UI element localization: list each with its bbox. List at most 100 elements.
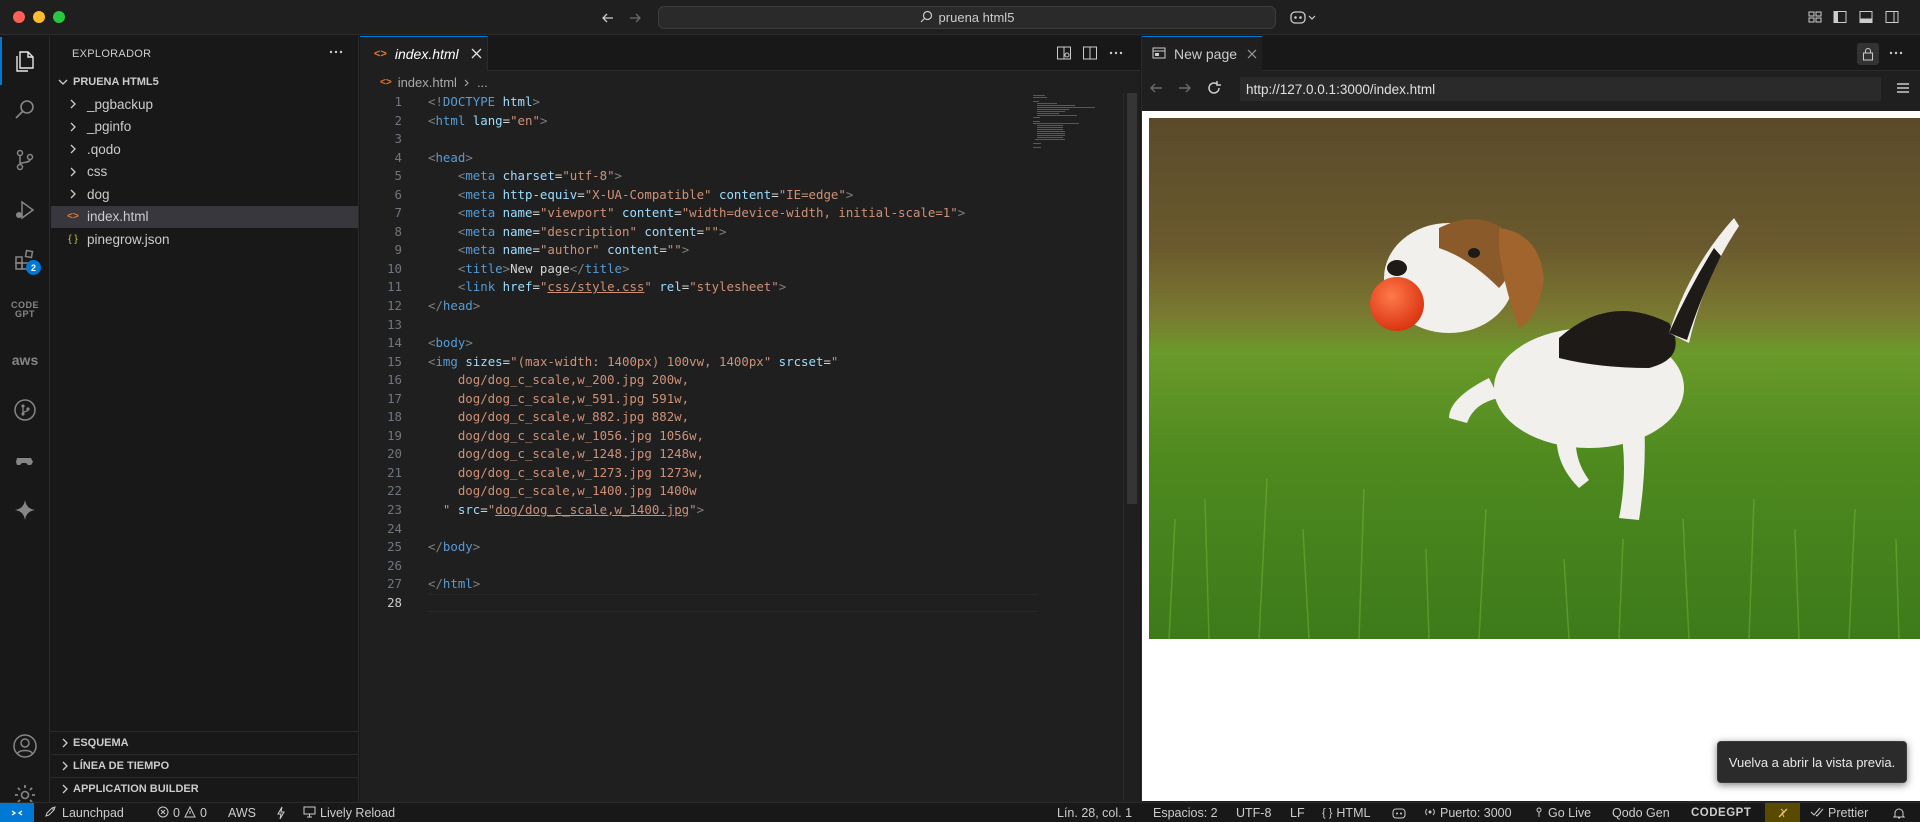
aws-status-item[interactable]: AWS (228, 803, 256, 822)
page-viewport[interactable]: Vuelva a abrir la vista previa. (1142, 111, 1920, 801)
minimap[interactable] (1033, 93, 1133, 153)
encoding-label: UTF-8 (1236, 806, 1272, 820)
git-graph-icon[interactable] (0, 386, 50, 434)
tree-item[interactable]: dog (51, 183, 358, 206)
extensions-icon[interactable]: 2 (0, 236, 50, 284)
code-token: dog/dog_c_scale,w_591.jpg 591w, (428, 390, 690, 406)
account-icon[interactable] (0, 722, 50, 770)
source-control-icon[interactable] (0, 136, 50, 184)
code-text: <body> (428, 334, 473, 353)
open-preview-icon[interactable] (1056, 45, 1072, 64)
tree-item[interactable]: { } pinegrow.json (51, 228, 358, 251)
browser-icon (1152, 46, 1166, 63)
tab-new-page[interactable]: New page (1142, 36, 1262, 71)
tree-item[interactable]: _pginfo (51, 116, 358, 139)
port-item[interactable]: Puerto: 3000 (1424, 803, 1512, 822)
prettier-item[interactable]: Prettier (1810, 803, 1868, 822)
explorer-header: EXPLORADOR (51, 36, 358, 71)
code-token: = (674, 205, 682, 221)
lightning-icon[interactable] (276, 803, 286, 822)
codegpt-status-item[interactable]: CODEGPT (1691, 803, 1751, 822)
reload-icon[interactable] (1206, 80, 1222, 99)
explorer-icon[interactable] (0, 37, 50, 85)
breadcrumb-symbol[interactable]: ... (477, 75, 488, 90)
tree-item[interactable]: _pgbackup (51, 93, 358, 116)
minimize-window-button[interactable] (33, 11, 45, 23)
close-tab-icon[interactable] (1247, 46, 1257, 62)
forward-arrow-icon[interactable] (625, 8, 645, 28)
tree-item[interactable]: css (51, 161, 358, 184)
section-outline[interactable]: ESQUEMA (51, 731, 359, 753)
forward-arrow-icon[interactable] (1177, 80, 1193, 99)
toggle-primary-sidebar-icon[interactable] (1832, 9, 1848, 25)
code-token: dog/dog_c_scale,w_1400.jpg 1400w (428, 483, 697, 499)
back-arrow-icon[interactable] (598, 8, 618, 28)
split-editor-icon[interactable] (1082, 45, 1098, 64)
close-window-button[interactable] (13, 11, 25, 23)
code-token: img (435, 353, 458, 369)
section-timeline-label: LÍNEA DE TIEMPO (73, 759, 170, 772)
tab-index-html[interactable]: <> index.html (360, 36, 488, 71)
lively-reload-item[interactable]: Lively Reload (303, 803, 395, 822)
indentation-item[interactable]: Espacios: 2 (1153, 803, 1218, 822)
scrollbar-thumb[interactable] (1127, 93, 1137, 504)
close-tab-icon[interactable] (471, 46, 482, 62)
customize-layout-icon[interactable] (1807, 9, 1823, 25)
qodo-gen-item[interactable]: Qodo Gen (1612, 803, 1670, 822)
codegpt-icon[interactable]: CODE GPT (0, 286, 50, 334)
language-mode-item[interactable]: { } HTML (1322, 803, 1370, 822)
toggle-secondary-sidebar-icon[interactable] (1884, 9, 1900, 25)
code-token: lang (472, 112, 503, 128)
more-actions-icon[interactable] (1108, 45, 1124, 64)
code-line: 8 <meta name="description" content=""> (360, 223, 1040, 242)
aws-icon[interactable]: aws (0, 336, 50, 384)
code-token: sizes (465, 353, 503, 369)
url-field[interactable]: http://127.0.0.1:3000/index.html (1240, 77, 1881, 101)
url-text: http://127.0.0.1:3000/index.html (1246, 81, 1436, 97)
code-token: "(max-width: 1400px) 100vw, 1400px" (510, 353, 772, 369)
tree-item[interactable]: .qodo (51, 138, 358, 161)
copilot-status-icon[interactable] (1392, 803, 1406, 822)
toggle-panel-icon[interactable] (1858, 9, 1874, 25)
tree-item[interactable]: <> index.html (51, 205, 358, 228)
lively-reload-label: Lively Reload (320, 806, 396, 820)
copilot-disabled-icon[interactable] (1765, 803, 1800, 822)
tab-label: index.html (394, 46, 459, 62)
back-arrow-icon[interactable] (1148, 80, 1164, 99)
editor-scrollbar[interactable] (1123, 93, 1137, 801)
sparkle-icon[interactable] (0, 486, 50, 534)
encoding-item[interactable]: UTF-8 (1236, 803, 1271, 822)
command-center[interactable]: pruena html5 (658, 6, 1276, 29)
code-line: 28 (360, 593, 1040, 613)
code-token: = (823, 353, 831, 369)
remote-explorer-icon[interactable] (0, 436, 50, 484)
reopen-preview-toast[interactable]: Vuelva a abrir la vista previa. (1717, 741, 1907, 783)
menu-icon[interactable] (1896, 81, 1910, 98)
remote-indicator[interactable] (0, 803, 34, 822)
code-line: 3 (360, 130, 1040, 149)
section-application-builder[interactable]: APPLICATION BUILDER (51, 777, 359, 799)
section-timeline[interactable]: LÍNEA DE TIEMPO (51, 754, 359, 776)
cursor-position-item[interactable]: Lín. 28, col. 1 (1057, 803, 1132, 822)
eol-item[interactable]: LF (1290, 803, 1305, 822)
code-token: html (442, 576, 473, 592)
launchpad-item[interactable]: Launchpad (44, 803, 124, 822)
more-actions-icon[interactable] (1888, 45, 1904, 64)
breadcrumb-file[interactable]: index.html (398, 75, 457, 90)
more-actions-icon[interactable] (328, 44, 344, 63)
problems-item[interactable]: 0 0 (157, 803, 207, 822)
notifications-bell-icon[interactable] (1893, 803, 1905, 822)
lock-icon[interactable] (1857, 43, 1879, 65)
code-text: dog/dog_c_scale,w_882.jpg 882w, (428, 408, 689, 427)
project-folder-header[interactable]: PRUENA HTML5 (51, 71, 358, 93)
search-icon[interactable] (0, 86, 50, 134)
code-token: meta (465, 186, 496, 202)
copilot-icon[interactable] (1290, 9, 1316, 25)
code-editor[interactable]: 1 <!DOCTYPE html> 2 <html lang="en"> 3 4 <head… (360, 93, 1040, 613)
zoom-window-button[interactable] (53, 11, 65, 23)
chevron-right-icon (57, 761, 73, 771)
run-and-debug-icon[interactable] (0, 186, 50, 234)
go-live-item[interactable]: Go Live (1534, 803, 1591, 822)
